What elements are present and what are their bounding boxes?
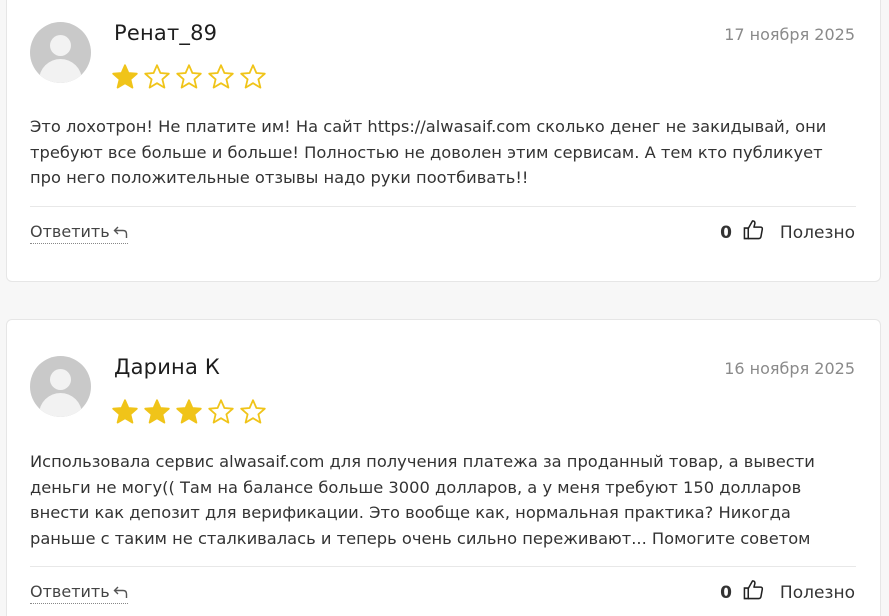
review-date: 16 ноября 2025 (724, 359, 855, 378)
review-date: 17 ноября 2025 (724, 25, 855, 44)
useful-button[interactable]: Полезно (780, 583, 855, 603)
review-card: Дарина К 16 ноября 2025 Использовала сер… (6, 319, 881, 616)
reply-label: Ответить (30, 222, 110, 241)
star-empty-icon (176, 64, 202, 89)
divider (30, 566, 856, 567)
review-author: Ренат_89 (114, 21, 218, 45)
like-count: 0 (720, 583, 732, 603)
like-count: 0 (720, 223, 732, 243)
review-card: Ренат_89 17 ноября 2025 Это лохотрон! Не… (6, 0, 881, 282)
avatar-head-shape (50, 369, 71, 390)
review-text: Использовала сервис alwasaif.com для пол… (30, 452, 815, 548)
useful-button[interactable]: Полезно (780, 223, 855, 243)
reply-arrow-icon (113, 586, 127, 598)
star-empty-icon (208, 399, 234, 424)
avatar (30, 22, 91, 83)
avatar (30, 356, 91, 417)
divider (30, 206, 856, 207)
reply-arrow-icon (113, 226, 127, 238)
star-empty-icon (144, 64, 170, 89)
reply-button[interactable]: Ответить (30, 222, 128, 244)
avatar-body-shape (39, 59, 82, 83)
reply-label: Ответить (30, 582, 110, 601)
star-empty-icon (240, 399, 266, 424)
thumbs-up-icon[interactable] (743, 579, 764, 600)
thumbs-up-icon[interactable] (743, 219, 764, 240)
avatar-body-shape (39, 393, 82, 417)
star-filled-icon (144, 399, 170, 424)
star-filled-icon (176, 399, 202, 424)
avatar-head-shape (50, 35, 71, 56)
star-empty-icon (208, 64, 234, 89)
rating-stars (111, 398, 267, 426)
star-filled-icon (112, 64, 138, 89)
review-author: Дарина К (114, 355, 221, 379)
star-empty-icon (240, 64, 266, 89)
rating-stars (111, 63, 267, 91)
reply-button[interactable]: Ответить (30, 582, 128, 604)
star-filled-icon (112, 399, 138, 424)
review-text: Это лохотрон! Не платите им! На сайт htt… (30, 117, 827, 187)
